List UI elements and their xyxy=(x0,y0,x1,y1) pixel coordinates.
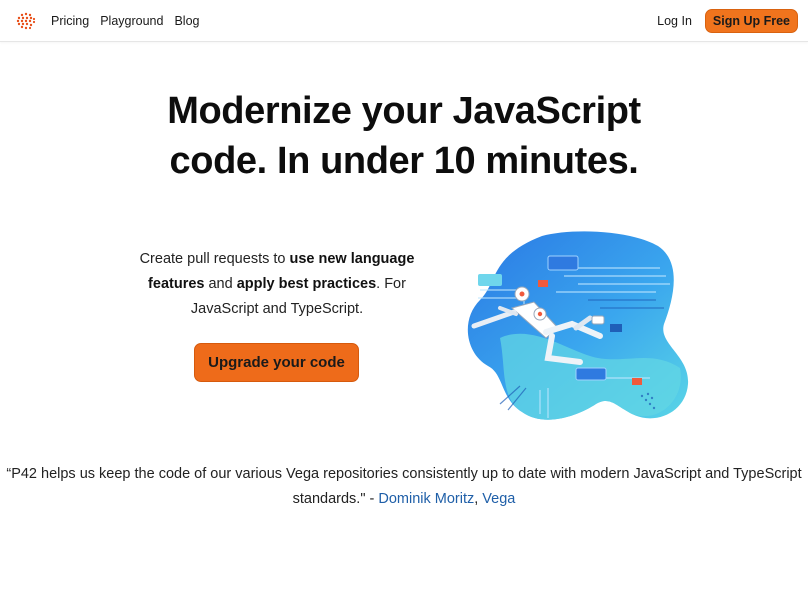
main-nav: Pricing Playground Blog xyxy=(51,0,200,42)
p42-logo-icon[interactable] xyxy=(15,11,37,31)
top-navbar: Pricing Playground Blog Log In Sign Up F… xyxy=(0,0,808,42)
signup-button[interactable]: Sign Up Free xyxy=(704,9,798,33)
nav-link-blog[interactable]: Blog xyxy=(174,14,199,28)
hero-title-line2: code. In under 10 minutes. xyxy=(169,140,639,182)
testimonial-author-link[interactable]: Dominik Moritz xyxy=(378,491,474,507)
nav-link-pricing[interactable]: Pricing xyxy=(51,14,89,28)
hero-description: Create pull requests to use new language… xyxy=(126,247,428,322)
nav-link-playground[interactable]: Playground xyxy=(100,14,163,28)
testimonial-quote: “P42 helps us keep the code of our vario… xyxy=(0,462,808,512)
upgrade-code-button[interactable]: Upgrade your code xyxy=(194,343,359,382)
blurb-highlight-2: apply best practices xyxy=(236,276,377,292)
hero-title: Modernize your JavaScript code. In under… xyxy=(0,86,808,186)
blurb-text-1: Create pull requests to xyxy=(139,251,290,267)
hero-title-line1: Modernize your JavaScript xyxy=(167,90,641,132)
auth-actions: Log In Sign Up Free xyxy=(657,0,798,42)
blurb-text-2: and xyxy=(204,276,237,292)
testimonial-org-link[interactable]: Vega xyxy=(482,491,515,507)
login-link[interactable]: Log In xyxy=(657,14,692,28)
robot-illustration-icon xyxy=(467,231,689,420)
